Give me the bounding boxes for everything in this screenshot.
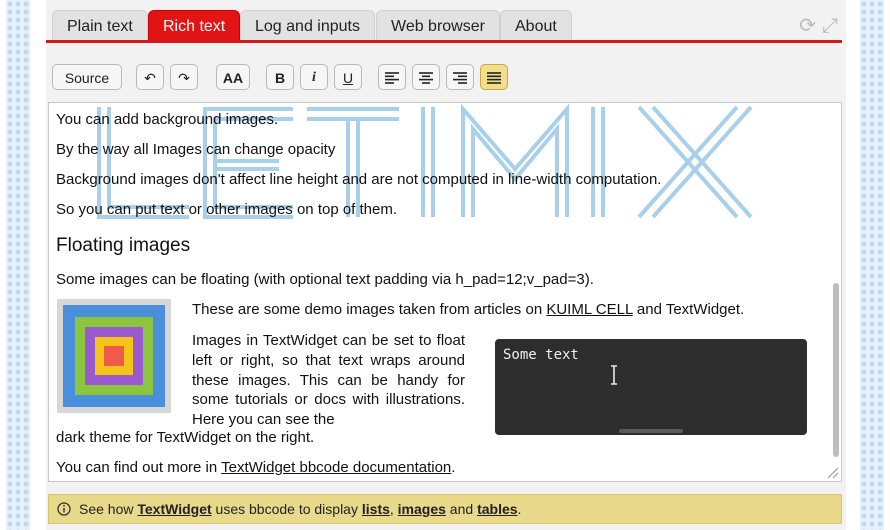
concentric-squares-image (57, 299, 171, 413)
info-link-tables[interactable]: tables (477, 501, 517, 517)
section-heading: Floating images (56, 235, 191, 256)
tab-rich-text[interactable]: Rich text (148, 10, 241, 42)
info-link-textwidget[interactable]: TextWidget (137, 501, 211, 517)
text-line: You can add background images. (56, 111, 279, 128)
align-justify-icon (487, 72, 501, 84)
expand-icon[interactable]: ⤢ (822, 15, 838, 37)
right-dot-rail (860, 0, 884, 530)
dark-widget-scrollbar[interactable] (619, 429, 683, 433)
align-right-button[interactable] (446, 64, 474, 90)
text-line: By the way all Images can change opacity (56, 141, 336, 158)
text-cursor-icon (611, 365, 617, 385)
align-center-icon (419, 72, 433, 84)
tab-web-browser[interactable]: Web browser (376, 10, 500, 42)
rich-text-editor[interactable]: You can add background images. By the wa… (48, 102, 842, 482)
bbcode-docs-link[interactable]: TextWidget bbcode documentation (221, 459, 451, 476)
align-left-button[interactable] (378, 64, 406, 90)
tab-plain-text[interactable]: Plain text (52, 10, 148, 42)
tab-about[interactable]: About (500, 10, 572, 42)
tab-bar: Plain text Rich text Log and inputs Web … (46, 10, 846, 42)
redo-button[interactable]: ↷ (170, 64, 198, 90)
tab-underline (46, 40, 842, 43)
text-line: Background images don't affect line heig… (56, 171, 662, 188)
align-left-icon (385, 72, 399, 84)
resize-grip-icon[interactable] (825, 465, 839, 479)
undo-button[interactable]: ↶ (136, 64, 164, 90)
info-text: See how TextWidget uses bbcode to displa… (79, 501, 522, 517)
wrapped-paragraph: Images in TextWidget can be set to float… (192, 332, 465, 429)
refresh-icon[interactable]: ⟳ (799, 15, 816, 37)
text-line: Some images can be floating (with option… (56, 271, 594, 288)
left-dot-rail (6, 0, 30, 530)
editor-scrollbar[interactable] (833, 283, 839, 457)
italic-button[interactable]: i (300, 64, 328, 90)
info-bar: See how TextWidget uses bbcode to displa… (48, 494, 842, 524)
demo-images-line: These are some demo images taken from ar… (192, 301, 745, 318)
info-link-lists[interactable]: lists (362, 501, 390, 517)
kuiml-cell-link[interactable]: KUIML CELL (546, 301, 632, 318)
window-controls: ⟳ ⤢ (793, 13, 838, 38)
info-link-images[interactable]: images (398, 501, 446, 517)
align-justify-button[interactable] (480, 64, 508, 90)
underline-button[interactable]: U (334, 64, 362, 90)
info-icon (57, 502, 71, 516)
wrapped-paragraph-end: dark theme for TextWidget on the right. (56, 429, 315, 446)
bold-button[interactable]: B (266, 64, 294, 90)
align-center-button[interactable] (412, 64, 440, 90)
text-line: So you can put text or other images on t… (56, 201, 398, 218)
dark-widget-text: Some text (503, 347, 579, 363)
align-right-icon (453, 72, 467, 84)
tab-log-and-inputs[interactable]: Log and inputs (240, 10, 375, 42)
more-info-line: You can find out more in TextWidget bbco… (56, 459, 456, 476)
source-button[interactable]: Source (52, 64, 122, 90)
font-size-button[interactable]: AA (216, 64, 250, 90)
dark-theme-text-widget[interactable]: Some text (495, 339, 807, 435)
app-window: Plain text Rich text Log and inputs Web … (46, 0, 846, 530)
